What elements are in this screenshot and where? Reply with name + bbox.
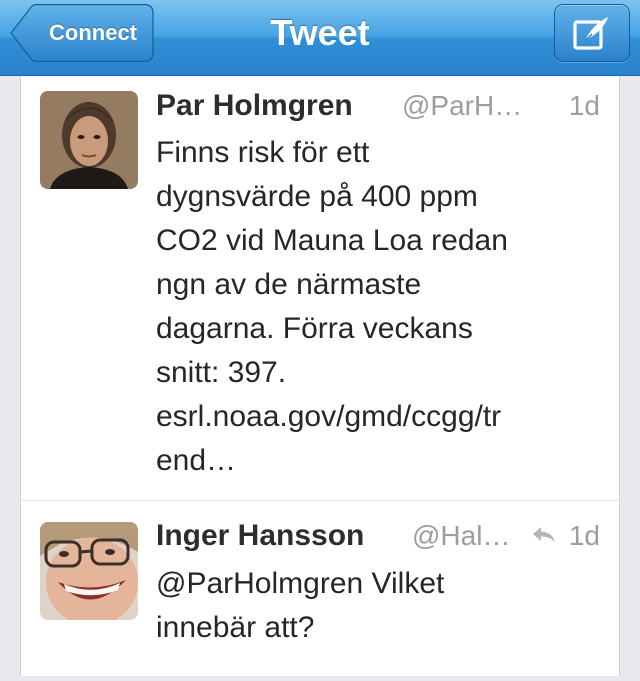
avatar-photo-man [40,91,138,189]
tweet-row[interactable]: Par Holmgren @ParH… 1d Finns risk för et… [21,76,619,501]
tweet-text-line: snitt: 397. [156,356,287,389]
tweet-text-line: ngn av de närmaste [156,268,422,301]
tweet-text-line: dygnsvärde på 400 ppm [156,180,478,213]
tweet-link-line[interactable]: end… [156,439,606,483]
tweet-header: Par Holmgren @ParH… 1d [156,86,604,126]
tweet-text-line: CO2 vid Mauna Loa redan [156,224,508,257]
author-handle: @Hal… [412,520,511,551]
compose-tweet-button[interactable] [554,4,630,62]
tweet-text: @ParHolmgren Vilket innebär att? [156,562,606,650]
avatar-photo-woman [40,522,138,620]
tweet-row[interactable]: Inger Hansson @Hal… 1d @ParHolmgren Vilk… [21,501,619,681]
author-name[interactable]: Par Holmgren [156,86,353,126]
tweet-timestamp: 1d [568,90,600,121]
tweet-header: Inger Hansson @Hal… 1d [156,516,604,556]
tweet-link-line[interactable]: esrl.noaa.gov/gmd/ccgg/tr [156,395,606,439]
author-handle: @ParH… [402,90,523,121]
tweet-text-line: @ParHolmgren Vilket [156,567,445,600]
tweet-timestamp: 1d [568,520,600,551]
navigation-bar: Connect Tweet [0,0,640,76]
reply-arrow-icon [533,527,555,542]
tweet-text-line: dagarna. Förra veckans [156,312,473,345]
timeline-card: Par Holmgren @ParH… 1d Finns risk för et… [20,76,620,676]
tweet-text: Finns risk för ett dygnsvärde på 400 ppm… [156,131,606,483]
tweet-text-line: Finns risk för ett [156,136,370,169]
avatar[interactable] [40,91,138,189]
tweet-text-line: innebär att? [156,611,315,644]
author-name[interactable]: Inger Hansson [156,516,364,556]
avatar[interactable] [40,522,138,620]
page-title: Tweet [270,12,370,53]
compose-icon [573,17,608,50]
